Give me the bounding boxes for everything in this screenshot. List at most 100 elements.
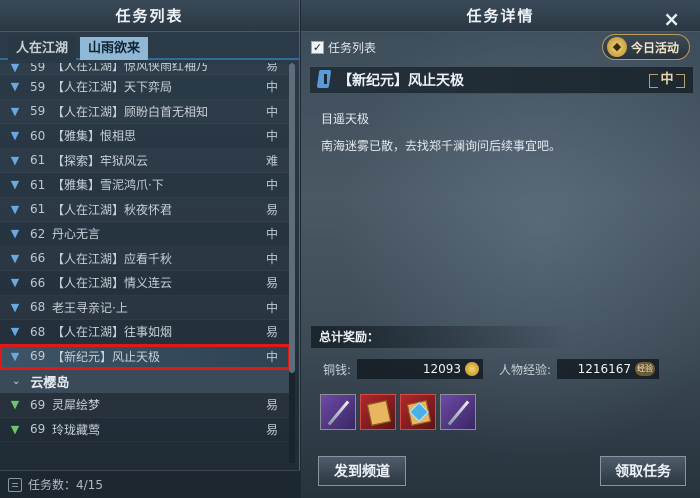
- quest-name: 灵犀绘梦: [52, 398, 101, 413]
- quest-row[interactable]: ▼ 68 老王寻亲记·上 中: [0, 296, 290, 320]
- close-icon[interactable]: ×: [663, 3, 682, 35]
- group-label: 云樱岛: [30, 375, 70, 391]
- quest-name: 【雅集】恨相思: [52, 129, 137, 144]
- quest-name: 【人在江湖】往事如烟: [52, 325, 173, 340]
- quest-difficulty: 中: [265, 251, 278, 266]
- quest-level: 66: [30, 251, 46, 266]
- quest-title: 【新纪元】风止天极: [338, 73, 464, 89]
- quest-row[interactable]: ▼ 59 【人在江湖】顾盼白首无相知 中: [0, 100, 290, 124]
- coin-icon: [465, 362, 480, 376]
- quest-row[interactable]: ▼ 66 【人在江湖】情义连云 易: [0, 271, 290, 296]
- reward-items: [320, 394, 476, 430]
- quest-level: 66: [30, 275, 46, 290]
- quest-row[interactable]: ▼ 66 【人在江湖】应看千秋 中: [0, 247, 290, 271]
- quest-name: 玲珑藏莺: [52, 422, 101, 437]
- quest-row[interactable]: ▼ 60 【雅集】恨相思 中: [0, 124, 290, 149]
- expand-arrow-icon: ▼: [10, 398, 20, 412]
- quest-difficulty: 难: [265, 153, 278, 168]
- quest-name: 丹心无言: [52, 227, 101, 242]
- quest-name: 【人在江湖】惊风侠雨红袖乃: [52, 63, 209, 73]
- quest-name: 【人在江湖】顾盼白首无相知: [52, 104, 209, 119]
- copper-value: 12093: [422, 362, 462, 376]
- tab-ren-zai-jiang-hu[interactable]: 人在江湖: [8, 37, 77, 60]
- quest-level: 62: [30, 226, 46, 241]
- quest-level: 59: [30, 63, 46, 74]
- exp-icon: 经验: [635, 362, 656, 376]
- quest-level: 69: [30, 397, 46, 412]
- quest-difficulty: 易: [265, 276, 278, 291]
- exp-value-box: 1216167 经验: [557, 359, 660, 379]
- expand-arrow-icon: ▼: [10, 178, 20, 192]
- quest-row[interactable]: ▼ 69 灵犀绘梦 易: [0, 393, 290, 418]
- detail-subheader: ✓ 任务列表 ◆ 今日活动: [301, 32, 700, 62]
- expand-arrow-icon: ▼: [10, 276, 20, 290]
- group-header-yun-ying-dao[interactable]: ⌄ 云樱岛: [0, 369, 290, 393]
- quest-row[interactable]: ▼ 61 【探索】牢狱风云 难: [0, 149, 290, 173]
- quest-level: 68: [30, 300, 46, 315]
- quest-row[interactable]: ▼ 59 【人在江湖】惊风侠雨红袖乃 易: [0, 63, 290, 75]
- expand-arrow-icon: ▼: [10, 349, 20, 363]
- expand-arrow-icon: ▼: [10, 422, 20, 436]
- quest-level: 61: [30, 177, 46, 192]
- quest-name: 【人在江湖】秋夜怀君: [52, 202, 173, 217]
- quest-difficulty: 易: [265, 422, 278, 437]
- exp-value: 1216167: [577, 362, 632, 376]
- quest-goal: 目遥天极: [321, 112, 370, 126]
- exp-label: 人物经验:: [499, 362, 552, 377]
- quest-list-panel: 任务列表 人在江湖 山雨欲来 ▼ 59 【人在江湖】惊风侠雨红袖乃 易 ▼ 59…: [0, 0, 300, 498]
- copper-label: 铜钱:: [323, 362, 352, 377]
- expand-arrow-icon: ▼: [10, 227, 20, 241]
- quest-difficulty: 中: [265, 104, 278, 119]
- quest-list-title: 任务列表: [0, 0, 299, 32]
- panel-title-text: 任务详情: [466, 7, 535, 25]
- expand-arrow-icon: ▼: [10, 63, 20, 74]
- scroll-icon: [366, 400, 392, 426]
- quest-difficulty: 中: [265, 300, 278, 315]
- quest-count-footer: 任务数：4/15: [0, 470, 300, 498]
- exp-reward: 人物经验: 1216167 经验: [499, 359, 660, 379]
- quest-name: 【雅集】雪泥鸿爪·下: [52, 178, 164, 193]
- quest-level: 59: [30, 79, 46, 94]
- today-activity-button[interactable]: ◆ 今日活动: [601, 34, 690, 60]
- quest-difficulty: 中: [265, 349, 278, 364]
- quest-level: 61: [30, 153, 46, 168]
- quest-row[interactable]: ▼ 69 玲珑藏莺 易: [0, 418, 290, 442]
- send-to-channel-button[interactable]: 发到频道: [318, 456, 406, 486]
- quest-difficulty: 中: [265, 178, 278, 193]
- quest-list-checkbox[interactable]: ✓ 任务列表: [311, 39, 376, 56]
- quest-row[interactable]: ▼ 59 【人在江湖】天下弈局 中: [0, 75, 290, 100]
- quest-row-selected[interactable]: ▼ 69 【新纪元】风止天极 中: [0, 343, 290, 370]
- today-activity-label: 今日活动: [630, 40, 679, 55]
- quest-row[interactable]: ▼ 68 【人在江湖】往事如烟 易: [0, 320, 290, 345]
- activity-icon: ◆: [606, 37, 627, 57]
- reward-item-sword[interactable]: [320, 394, 356, 430]
- expand-arrow-icon: ▼: [10, 300, 20, 314]
- quest-difficulty-badge: 中: [649, 70, 685, 90]
- quest-difficulty: 中: [265, 80, 278, 95]
- scrollbar[interactable]: [289, 63, 295, 463]
- quest-description: 南海迷雾已散，去找郑千澜询问后续事宜吧。: [321, 139, 562, 153]
- tab-shan-yu-yu-lai[interactable]: 山雨欲来: [80, 37, 149, 60]
- quest-level: 68: [30, 324, 46, 339]
- quest-row[interactable]: ▼ 61 【人在江湖】秋夜怀君 易: [0, 198, 290, 222]
- quest-difficulty: 易: [265, 63, 278, 73]
- expand-arrow-icon: ▼: [10, 251, 20, 265]
- quest-name: 【探索】牢狱风云: [52, 153, 149, 168]
- accept-quest-button[interactable]: 领取任务: [600, 456, 686, 486]
- expand-arrow-icon: ▼: [10, 153, 20, 167]
- quest-row[interactable]: ▼ 61 【雅集】雪泥鸿爪·下 中: [0, 173, 290, 198]
- sword-icon: [327, 400, 350, 426]
- quest-name: 【人在江湖】应看千秋: [52, 251, 173, 266]
- quest-row[interactable]: ▼ 62 丹心无言 中: [0, 222, 290, 247]
- expand-arrow-icon: ▼: [10, 202, 20, 216]
- checkbox-icon[interactable]: ✓: [311, 40, 324, 54]
- reward-item-scroll-gem[interactable]: [400, 394, 436, 430]
- quest-difficulty: 中: [265, 129, 278, 144]
- copper-reward: 铜钱: 12093: [323, 359, 484, 379]
- quest-detail-panel: 任务详情 × ✓ 任务列表 ◆ 今日活动 【新纪元】风止天极 中 目遥天极 南海…: [301, 0, 700, 498]
- quest-level: 59: [30, 104, 46, 119]
- reward-item-sword[interactable]: [440, 394, 476, 430]
- quest-difficulty: 易: [265, 325, 278, 340]
- scroll-thumb[interactable]: [289, 63, 295, 373]
- reward-item-scroll[interactable]: [360, 394, 396, 430]
